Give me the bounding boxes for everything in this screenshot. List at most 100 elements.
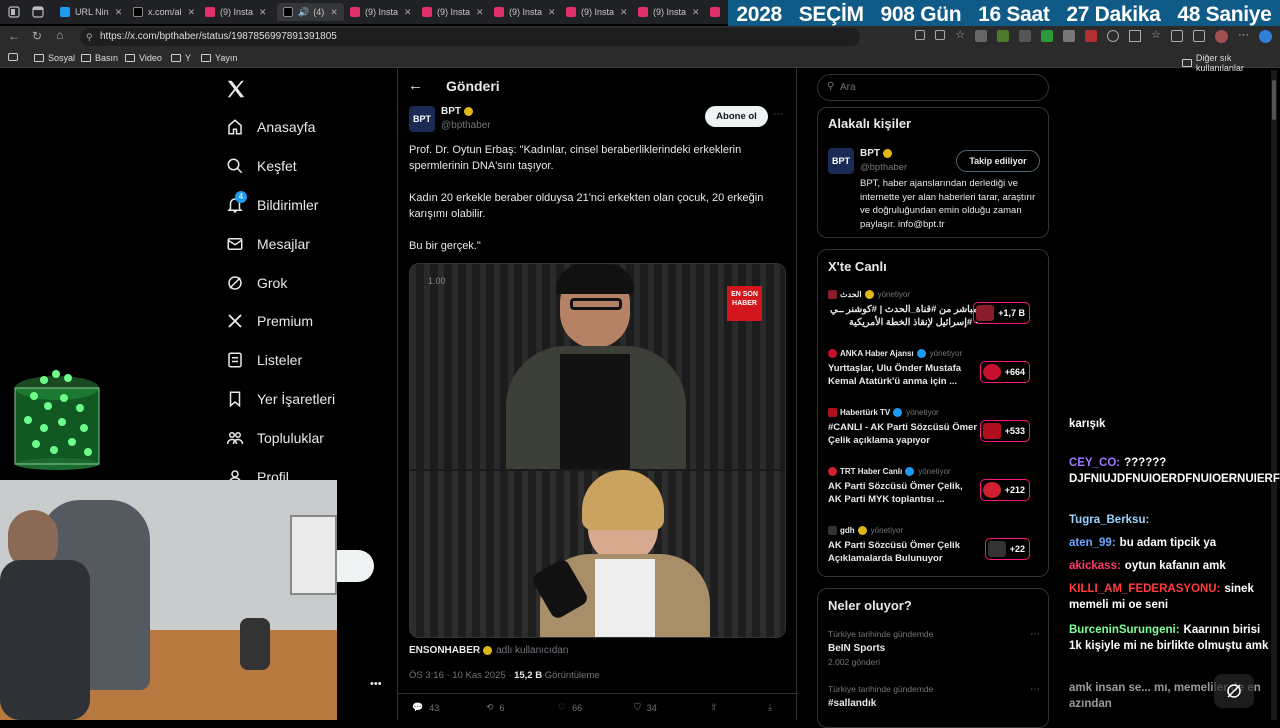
- bookmark-folder[interactable]: Y: [171, 53, 191, 63]
- reply-button[interactable]: 💬 43: [412, 702, 439, 713]
- browser-tab[interactable]: (9) Insta ✕: [566, 3, 628, 21]
- x-logo-icon[interactable]: [225, 78, 247, 100]
- speaker-icon[interactable]: 🔊: [298, 7, 309, 18]
- browser-tab[interactable]: (9) Insta ✕: [638, 3, 700, 21]
- bookmark-folder[interactable]: Yayın: [201, 53, 237, 63]
- tab-actions-icon[interactable]: [32, 3, 44, 21]
- nav-premium[interactable]: Premium: [226, 309, 313, 333]
- trend-item[interactable]: Türkiye tarihinde gündemde BeIN Sports 2…: [828, 629, 1040, 667]
- related-name[interactable]: BPT: [860, 148, 892, 159]
- url-field[interactable]: ⚲ https://x.com/bpthaber/status/19878569…: [80, 28, 860, 46]
- scrollbar-thumb[interactable]: [1272, 80, 1276, 120]
- account-more-icon[interactable]: •••: [370, 678, 382, 690]
- refresh-extension-icon[interactable]: [1107, 30, 1120, 42]
- tab-close-icon[interactable]: ✕: [330, 7, 338, 18]
- nav-explore[interactable]: Keşfet: [226, 154, 297, 178]
- subscribe-button[interactable]: Abone ol: [705, 106, 768, 127]
- nav-messages-label: Mesajlar: [257, 236, 310, 252]
- nav-messages[interactable]: Mesajlar: [226, 232, 310, 256]
- browser-tab[interactable]: URL Nin ✕: [60, 3, 122, 21]
- tab-close-icon[interactable]: ✕: [259, 7, 267, 18]
- tab-close-icon[interactable]: ✕: [404, 7, 412, 18]
- live-item[interactable]: gdh yönetiyor AK Parti Sözcüsü Ömer Çelik…: [828, 526, 1040, 565]
- favorites-icon[interactable]: ☆: [1151, 30, 1161, 44]
- site-info-icon[interactable]: ⚲: [86, 28, 93, 46]
- related-handle[interactable]: @bpthaber: [860, 162, 907, 173]
- live-item[interactable]: TRT Haber Canlı yönetiyor AK Parti Sözcüs…: [828, 467, 1040, 506]
- search-input[interactable]: ⚲ Ara: [817, 74, 1049, 101]
- author-name[interactable]: BPT: [441, 106, 473, 117]
- bookmark-folder[interactable]: Video: [125, 53, 162, 63]
- collections-icon[interactable]: [1171, 30, 1183, 42]
- bookmark-icon: [229, 391, 241, 408]
- trend-item[interactable]: Türkiye tarihinde gündemde #sallandık ⋯: [828, 684, 1040, 709]
- more-menu-icon[interactable]: ⋯: [1238, 30, 1249, 44]
- tab-label: (4): [313, 7, 325, 17]
- bookmarks-menu-icon[interactable]: [8, 53, 22, 61]
- other-bookmarks[interactable]: Diğer sık kullanılanlar: [1182, 53, 1280, 73]
- grok-float-button[interactable]: [1214, 674, 1254, 708]
- nav-bookmarks[interactable]: Yer İşaretleri: [226, 387, 335, 411]
- favorite-star-icon[interactable]: ☆: [955, 30, 965, 44]
- post-more-icon[interactable]: ⋯: [773, 109, 783, 120]
- tab-close-icon[interactable]: ✕: [476, 7, 484, 18]
- back-icon[interactable]: ←: [8, 29, 20, 43]
- live-item[interactable]: Habertürk TV yönetiyor #CANLI - AK Parti …: [828, 408, 1040, 447]
- author-handle[interactable]: @bpthaber: [441, 120, 491, 131]
- reload-icon[interactable]: ↻: [32, 29, 42, 43]
- tab-close-icon[interactable]: ✕: [692, 7, 700, 18]
- extension-icon[interactable]: [1063, 30, 1076, 42]
- home-icon[interactable]: ⌂: [56, 28, 63, 42]
- tab-close-icon[interactable]: ✕: [188, 7, 196, 18]
- extension-icon[interactable]: [975, 30, 988, 42]
- extension-icon[interactable]: [1085, 30, 1098, 42]
- extension-icon[interactable]: [915, 30, 926, 40]
- repost-button[interactable]: ⟲ 6: [486, 702, 505, 713]
- browser-tab[interactable]: (9) Insta ✕: [205, 3, 267, 21]
- browser-tab[interactable]: (9) Insta ✕: [350, 3, 412, 21]
- nav-communities[interactable]: Topluluklar: [226, 426, 324, 450]
- browser-essentials-icon[interactable]: [1193, 30, 1205, 42]
- extension-icon[interactable]: [1019, 30, 1032, 42]
- post-time[interactable]: ÖS 3:16 · 10 Kas 2025 ·: [409, 670, 511, 681]
- bookmark-folder[interactable]: Sosyal: [34, 53, 75, 63]
- verified-badge-icon: [893, 408, 903, 417]
- share-button[interactable]: ⇧: [710, 702, 718, 713]
- read-aloud-icon[interactable]: [935, 30, 946, 40]
- x-premium-icon: [228, 314, 242, 328]
- following-button[interactable]: Takip ediliyor: [956, 150, 1040, 172]
- trend-more-icon[interactable]: ⋯: [1030, 629, 1040, 640]
- extension-icon[interactable]: [997, 30, 1010, 42]
- author-avatar[interactable]: BPT: [409, 106, 435, 132]
- nav-grok[interactable]: Grok: [226, 271, 287, 295]
- copilot-icon[interactable]: [1259, 30, 1272, 43]
- trend-more-icon[interactable]: ⋯: [1030, 684, 1040, 695]
- split-screen-icon[interactable]: [1129, 30, 1142, 42]
- profile-avatar-icon[interactable]: [1215, 30, 1228, 43]
- back-arrow-icon[interactable]: ←: [408, 77, 423, 94]
- browser-tab[interactable]: (9) Insta ✕: [494, 3, 556, 21]
- nav-lists[interactable]: Listeler: [226, 348, 302, 372]
- related-avatar[interactable]: BPT: [828, 148, 854, 174]
- post-video[interactable]: 1.00 EN SON HABER: [409, 263, 786, 638]
- related-bio: BPT, haber ajanslarından derlediği ve in…: [860, 178, 1036, 230]
- browser-tab-active[interactable]: 🔊 (4) ✕: [277, 3, 344, 21]
- browser-tab[interactable]: x.com/al ✕: [133, 3, 195, 21]
- window-menu-icon[interactable]: [8, 3, 20, 21]
- browser-tab[interactable]: (9) Insta ✕: [422, 3, 484, 21]
- nav-home[interactable]: Anasayfa: [226, 115, 315, 139]
- tab-close-icon[interactable]: ✕: [115, 7, 123, 18]
- tab-close-icon[interactable]: ✕: [548, 7, 556, 18]
- extension-icon[interactable]: [1041, 30, 1054, 42]
- like-button[interactable]: ♡ 66: [558, 702, 582, 713]
- nav-notifications[interactable]: 4 Bildirimler: [226, 191, 318, 217]
- live-item[interactable]: ANKA Haber Ajansı yönetiyor Yurttaşlar, U…: [828, 349, 1040, 388]
- live-item[interactable]: الحدث yönetiyor مباشر من #قناة_الحدث | #ك…: [828, 290, 1040, 329]
- video-source[interactable]: ENSONHABER adlı kullanıcıdan: [409, 645, 568, 656]
- bookmark-button[interactable]: ⛉ 34: [634, 702, 657, 713]
- browser-tab[interactable]: [710, 3, 725, 21]
- address-bar-row: ← ↻ ⌂ ⚲ https://x.com/bpthaber/status/19…: [0, 26, 1280, 48]
- bookmark-folder[interactable]: Basın: [81, 53, 118, 63]
- download-button[interactable]: ⤓: [768, 702, 772, 713]
- tab-close-icon[interactable]: ✕: [620, 7, 628, 18]
